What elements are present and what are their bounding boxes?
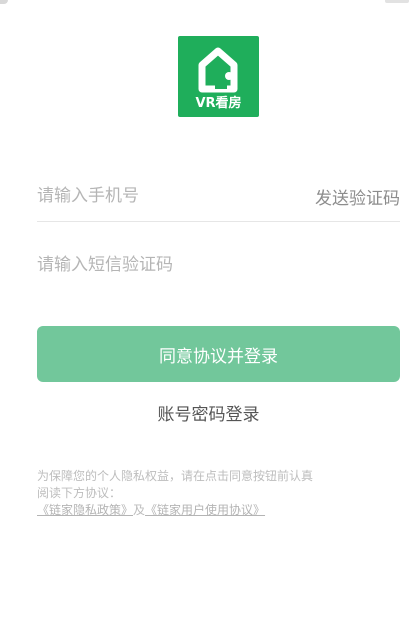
status-bar-fragment-right (385, 0, 409, 3)
status-bar-fragment-left (0, 0, 8, 4)
app-logo: VR看房 (178, 36, 259, 117)
privacy-notice-line-2: 阅读下方协议： (37, 486, 122, 500)
logo-text: VR看房 (195, 96, 242, 111)
privacy-notice-line-1: 为保障您的个人隐私权益，请在点击同意按钮前认真 (37, 469, 314, 483)
sms-code-input[interactable] (37, 250, 257, 280)
agree-and-login-button[interactable]: 同意协议并登录 (37, 326, 400, 382)
policy-links-row: 《链家隐私政策》及《链家用户使用协议》 (37, 502, 402, 519)
phone-input[interactable] (37, 181, 257, 211)
policy-joiner: 及 (133, 503, 146, 517)
privacy-policy-link[interactable]: 《链家隐私政策》 (37, 503, 133, 517)
send-code-button[interactable]: 发送验证码 (315, 184, 400, 209)
login-screen: VR看房 发送验证码 同意协议并登录 账号密码登录 为保障您的个人隐私权益，请在… (0, 0, 417, 619)
phone-field: 发送验证码 (37, 171, 400, 222)
sms-code-field (37, 240, 400, 290)
password-login-link[interactable]: 账号密码登录 (0, 400, 417, 425)
user-agreement-link[interactable]: 《链家用户使用协议》 (145, 503, 265, 517)
privacy-notice: 为保障您的个人隐私权益，请在点击同意按钮前认真 阅读下方协议： 《链家隐私政策》… (37, 468, 402, 519)
